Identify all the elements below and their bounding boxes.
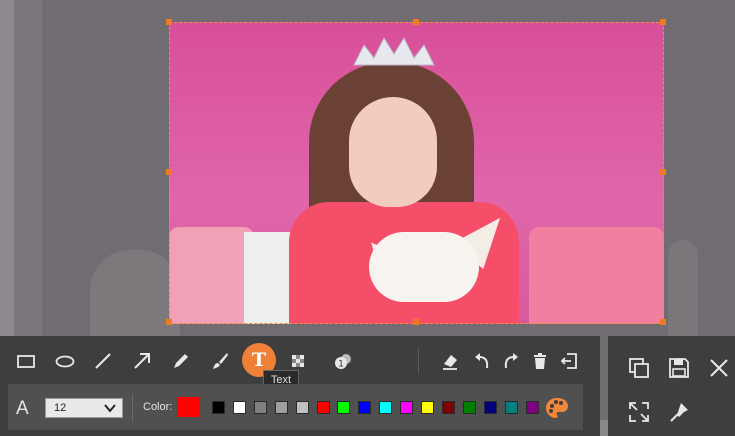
color-swatch[interactable] <box>441 401 455 414</box>
background-strip <box>14 0 42 336</box>
toolbar-separator <box>418 348 419 374</box>
scroll-corner <box>600 420 608 436</box>
rectangle-tool-button[interactable] <box>13 348 39 374</box>
pin-icon <box>670 403 688 422</box>
resize-handle-top-right[interactable] <box>660 19 666 25</box>
svg-text:1: 1 <box>338 360 344 370</box>
trash-icon <box>534 353 546 369</box>
line-tool-button[interactable] <box>90 348 116 374</box>
color-swatch[interactable] <box>295 401 309 414</box>
color-swatch[interactable] <box>253 401 267 414</box>
exit-icon <box>560 353 577 369</box>
eraser-icon <box>443 355 457 370</box>
redo-button[interactable] <box>498 348 524 374</box>
brush-tool-button[interactable] <box>207 348 233 374</box>
save-icon <box>669 358 689 378</box>
eraser-tool-button[interactable] <box>437 348 463 374</box>
close-button[interactable] <box>705 354 733 382</box>
redo-icon <box>504 353 518 369</box>
ellipse-icon <box>55 355 75 368</box>
color-swatch[interactable] <box>483 401 497 414</box>
color-swatch[interactable] <box>358 401 372 414</box>
undo-button[interactable] <box>469 348 495 374</box>
expand-icon <box>629 402 649 422</box>
pin-button[interactable] <box>665 398 693 426</box>
color-swatch[interactable] <box>212 401 225 414</box>
arrow-tool-button[interactable] <box>129 348 155 374</box>
background-couch-right <box>668 240 698 336</box>
pencil-tool-button[interactable] <box>168 348 194 374</box>
resize-handle-left[interactable] <box>166 169 172 175</box>
mosaic-icon <box>292 355 304 367</box>
resize-handle-top[interactable] <box>413 19 419 25</box>
color-swatch[interactable] <box>421 401 434 414</box>
ellipse-tool-button[interactable] <box>52 348 78 374</box>
resize-handle-top-left[interactable] <box>166 19 172 25</box>
font-size-value: 12 <box>54 402 67 414</box>
step-number-icon: 1 <box>335 354 351 370</box>
side-action-panel <box>608 336 735 436</box>
delete-button[interactable] <box>527 348 553 374</box>
color-swatch[interactable] <box>232 401 246 414</box>
undo-icon <box>475 353 489 369</box>
step-number-tool-button[interactable]: 1 <box>330 348 356 374</box>
resize-handle-bottom-right[interactable] <box>660 319 666 325</box>
color-swatch[interactable] <box>337 401 351 414</box>
color-swatch[interactable] <box>316 401 330 414</box>
color-swatch[interactable] <box>525 401 539 414</box>
fullscreen-button[interactable] <box>625 398 653 426</box>
pencil-icon <box>174 354 188 368</box>
current-color-swatch[interactable] <box>177 397 199 417</box>
resize-handle-bottom-left[interactable] <box>166 319 172 325</box>
copy-button[interactable] <box>625 354 653 382</box>
options-separator <box>132 394 133 422</box>
text-icon: T <box>251 349 267 371</box>
color-swatch[interactable] <box>400 401 414 414</box>
color-swatch[interactable] <box>462 401 476 414</box>
copy-icon <box>629 358 649 378</box>
resize-handle-right[interactable] <box>660 169 666 175</box>
save-button[interactable] <box>665 354 693 382</box>
background-left-edge <box>0 0 14 336</box>
exit-edit-button[interactable] <box>556 348 582 374</box>
color-swatch[interactable] <box>504 401 518 414</box>
color-swatch[interactable] <box>274 401 288 414</box>
color-label: Color: <box>143 401 173 413</box>
font-size-select[interactable]: 12 <box>45 398 123 418</box>
close-icon <box>710 359 728 377</box>
palette-icon[interactable] <box>544 395 570 421</box>
brush-icon <box>213 353 228 369</box>
color-swatch[interactable] <box>379 401 393 414</box>
arrow-icon <box>134 353 150 369</box>
resize-handle-bottom[interactable] <box>413 319 419 325</box>
font-icon: A <box>16 398 29 419</box>
chevron-down-icon <box>104 404 116 413</box>
rectangle-icon <box>17 355 35 368</box>
selection-border[interactable] <box>169 22 664 324</box>
line-icon <box>95 353 111 369</box>
tool-row: T 1 <box>0 336 600 384</box>
